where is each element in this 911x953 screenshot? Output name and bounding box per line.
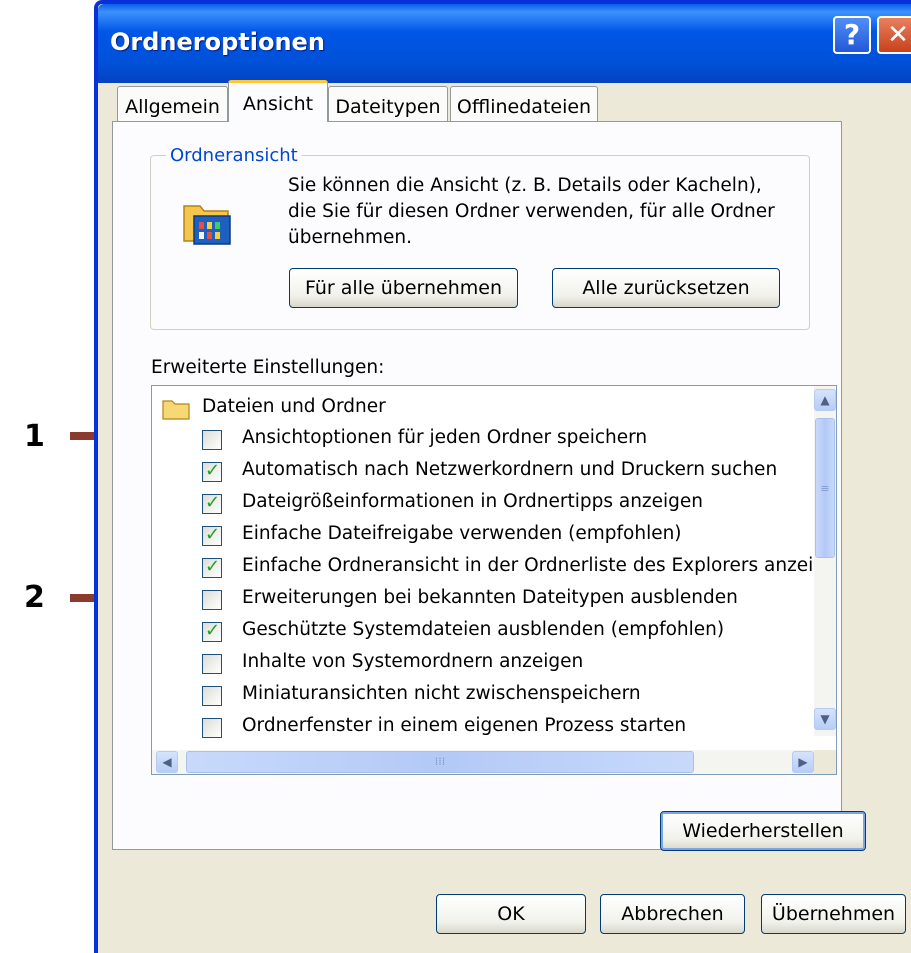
scroll-right-button[interactable]: ▶	[792, 751, 814, 773]
checkmark-icon: ✓	[205, 524, 221, 545]
list-item-label: Dateigrößeinformationen in Ordnertipps a…	[242, 491, 704, 512]
list-item-label: Geschützte Systemdateien ausblenden (emp…	[242, 619, 725, 640]
list-item-label: Ansichtoptionen für jeden Ordner speiche…	[242, 427, 648, 448]
tab-offlinedateien[interactable]: Offlinedateien	[450, 86, 598, 122]
list-item-label: Ordnerfenster in einem eigenen Prozess s…	[242, 715, 687, 736]
tab-dateitypen[interactable]: Dateitypen	[328, 86, 448, 122]
help-button[interactable]: ?	[833, 16, 871, 54]
checkbox[interactable]: ✓	[202, 460, 222, 482]
list-item-label: Einfache Dateifreigabe verwenden (empfoh…	[242, 523, 682, 544]
checkbox[interactable]	[202, 430, 222, 450]
list-item[interactable]: ✓ Automatisch nach Netzwerkordnern und Dr…	[152, 458, 816, 490]
close-button[interactable]: ✕	[877, 16, 911, 54]
list-item[interactable]: Miniaturansichten nicht zwischenspeicher…	[152, 682, 816, 714]
checkbox[interactable]: ✓	[202, 524, 222, 546]
restore-defaults-button[interactable]: Wiederherstellen	[660, 811, 866, 851]
checkbox[interactable]	[202, 590, 222, 610]
checkbox[interactable]	[202, 654, 222, 674]
horizontal-scrollbar[interactable]: ◀ ⁞⁞⁞ ▶	[152, 750, 816, 774]
list-item-label: Automatisch nach Netzwerkordnern und Dru…	[242, 459, 778, 480]
tab-ansicht[interactable]: Ansicht	[228, 80, 328, 122]
list-item[interactable]: ✓ Dateigrößeinformationen in Ordnertipps …	[152, 490, 816, 522]
checkmark-icon: ✓	[205, 620, 221, 641]
checkbox[interactable]: ✓	[202, 492, 222, 514]
checkbox[interactable]: ✓	[202, 556, 222, 578]
list-item[interactable]: Ordnerfenster in einem eigenen Prozess s…	[152, 714, 816, 746]
scroll-left-button[interactable]: ◀	[156, 751, 178, 773]
vertical-scrollbar[interactable]: ▲ ≡ ▼	[814, 386, 836, 736]
list-item[interactable]: ✓ Einfache Dateifreigabe verwenden (empfo…	[152, 522, 816, 554]
horizontal-scroll-thumb[interactable]: ⁞⁞⁞	[186, 751, 694, 773]
list-item[interactable]: ✓ Geschützte Systemdateien ausblenden (em…	[152, 618, 816, 650]
advanced-settings-list[interactable]: Dateien und Ordner Ansichtoptionen für j…	[151, 385, 837, 775]
window-title: Ordneroptionen	[110, 28, 325, 56]
list-item[interactable]: ✓ Einfache Ordneransicht in der Ordnerlis…	[152, 554, 836, 586]
folder-view-group-label: Ordneransicht	[166, 145, 302, 166]
annotation-2: 2	[24, 580, 45, 615]
apply-to-all-folders-button[interactable]: Für alle übernehmen	[289, 268, 518, 308]
list-item[interactable]: Ansichtoptionen für jeden Ordner speiche…	[152, 426, 816, 458]
folder-icon	[162, 400, 190, 420]
checkmark-icon: ✓	[205, 556, 221, 577]
tree-root-label: Dateien und Ordner	[202, 396, 386, 417]
scrollbar-corner	[814, 750, 836, 774]
scroll-down-button[interactable]: ▼	[814, 708, 836, 730]
folder-view-description: Sie können die Ansicht (z. B. Details od…	[288, 175, 775, 248]
tab-allgemein[interactable]: Allgemein	[117, 86, 228, 122]
list-item[interactable]: Inhalte von Systemordnern anzeigen	[152, 650, 816, 682]
checkbox[interactable]	[202, 686, 222, 706]
annotation-1: 1	[24, 419, 45, 454]
checkbox[interactable]	[202, 718, 222, 738]
list-item[interactable]: Erweiterungen bei bekannten Dateitypen a…	[152, 586, 816, 618]
apply-button[interactable]: Übernehmen	[761, 894, 906, 934]
cancel-button[interactable]: Abbrechen	[600, 894, 745, 934]
tree-root-item[interactable]: Dateien und Ordner	[152, 394, 812, 426]
reset-all-folders-button[interactable]: Alle zurücksetzen	[552, 268, 780, 308]
list-item-label: Einfache Ordneransicht in der Ordnerlist…	[242, 555, 837, 576]
list-item-label: Erweiterungen bei bekannten Dateitypen a…	[242, 587, 738, 608]
title-bar[interactable]: Ordneroptionen ? ✕	[98, 4, 911, 83]
advanced-settings-label: Erweiterte Einstellungen:	[151, 357, 385, 378]
checkmark-icon: ✓	[205, 492, 221, 513]
list-item-label: Miniaturansichten nicht zwischenspeicher…	[242, 683, 641, 704]
ok-button[interactable]: OK	[436, 894, 586, 934]
vertical-scroll-thumb[interactable]: ≡	[815, 418, 835, 558]
scroll-up-button[interactable]: ▲	[814, 389, 836, 411]
checkbox[interactable]: ✓	[202, 620, 222, 642]
checkmark-icon: ✓	[205, 460, 221, 481]
list-item-label: Inhalte von Systemordnern anzeigen	[242, 651, 584, 672]
folder-view-icon	[183, 205, 231, 245]
